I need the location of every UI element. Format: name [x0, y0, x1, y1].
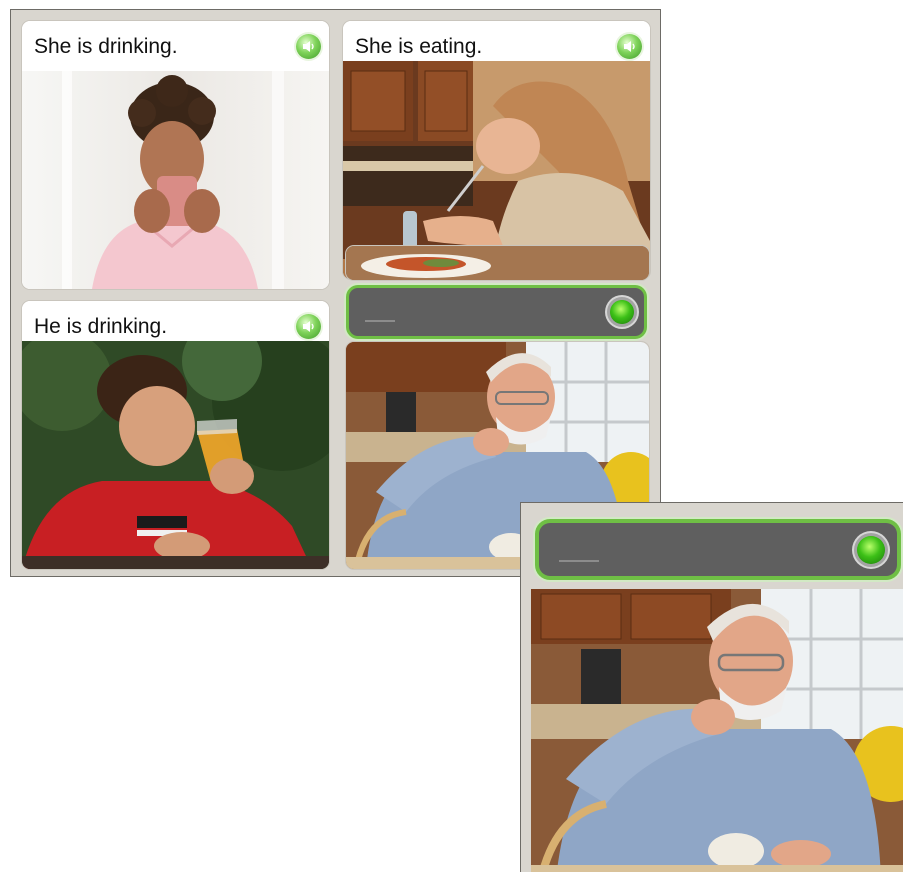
- answer-input-bar[interactable]: [349, 288, 644, 336]
- speaker-icon[interactable]: [296, 34, 321, 59]
- card-header: She is drinking.: [22, 21, 329, 71]
- lesson-panel: She is drinking. She is eating. He is dr…: [10, 9, 661, 577]
- answer-text: [365, 320, 395, 322]
- speaker-icon[interactable]: [617, 34, 642, 59]
- green-indicator-icon[interactable]: [857, 536, 885, 564]
- picture-card-she-is-drinking[interactable]: She is drinking.: [22, 21, 329, 289]
- picture-card-he-is-drinking[interactable]: He is drinking.: [22, 301, 329, 569]
- answer-input-bar-zoomed[interactable]: [539, 523, 897, 576]
- speaker-icon[interactable]: [296, 314, 321, 339]
- card-caption: She is drinking.: [34, 35, 178, 58]
- zoom-inset: [520, 502, 903, 872]
- card-caption: She is eating.: [355, 35, 483, 58]
- photo-plate-strip: [346, 246, 649, 280]
- picture-card-she-is-eating[interactable]: She is eating.: [343, 21, 650, 279]
- green-indicator-icon[interactable]: [610, 300, 634, 324]
- answer-text: [559, 560, 599, 562]
- photo-woman-drinking: [22, 71, 329, 289]
- photo-man-eating-zoomed: [531, 589, 903, 872]
- photo-boy-drinking: [22, 341, 329, 569]
- card-caption: He is drinking.: [34, 315, 168, 338]
